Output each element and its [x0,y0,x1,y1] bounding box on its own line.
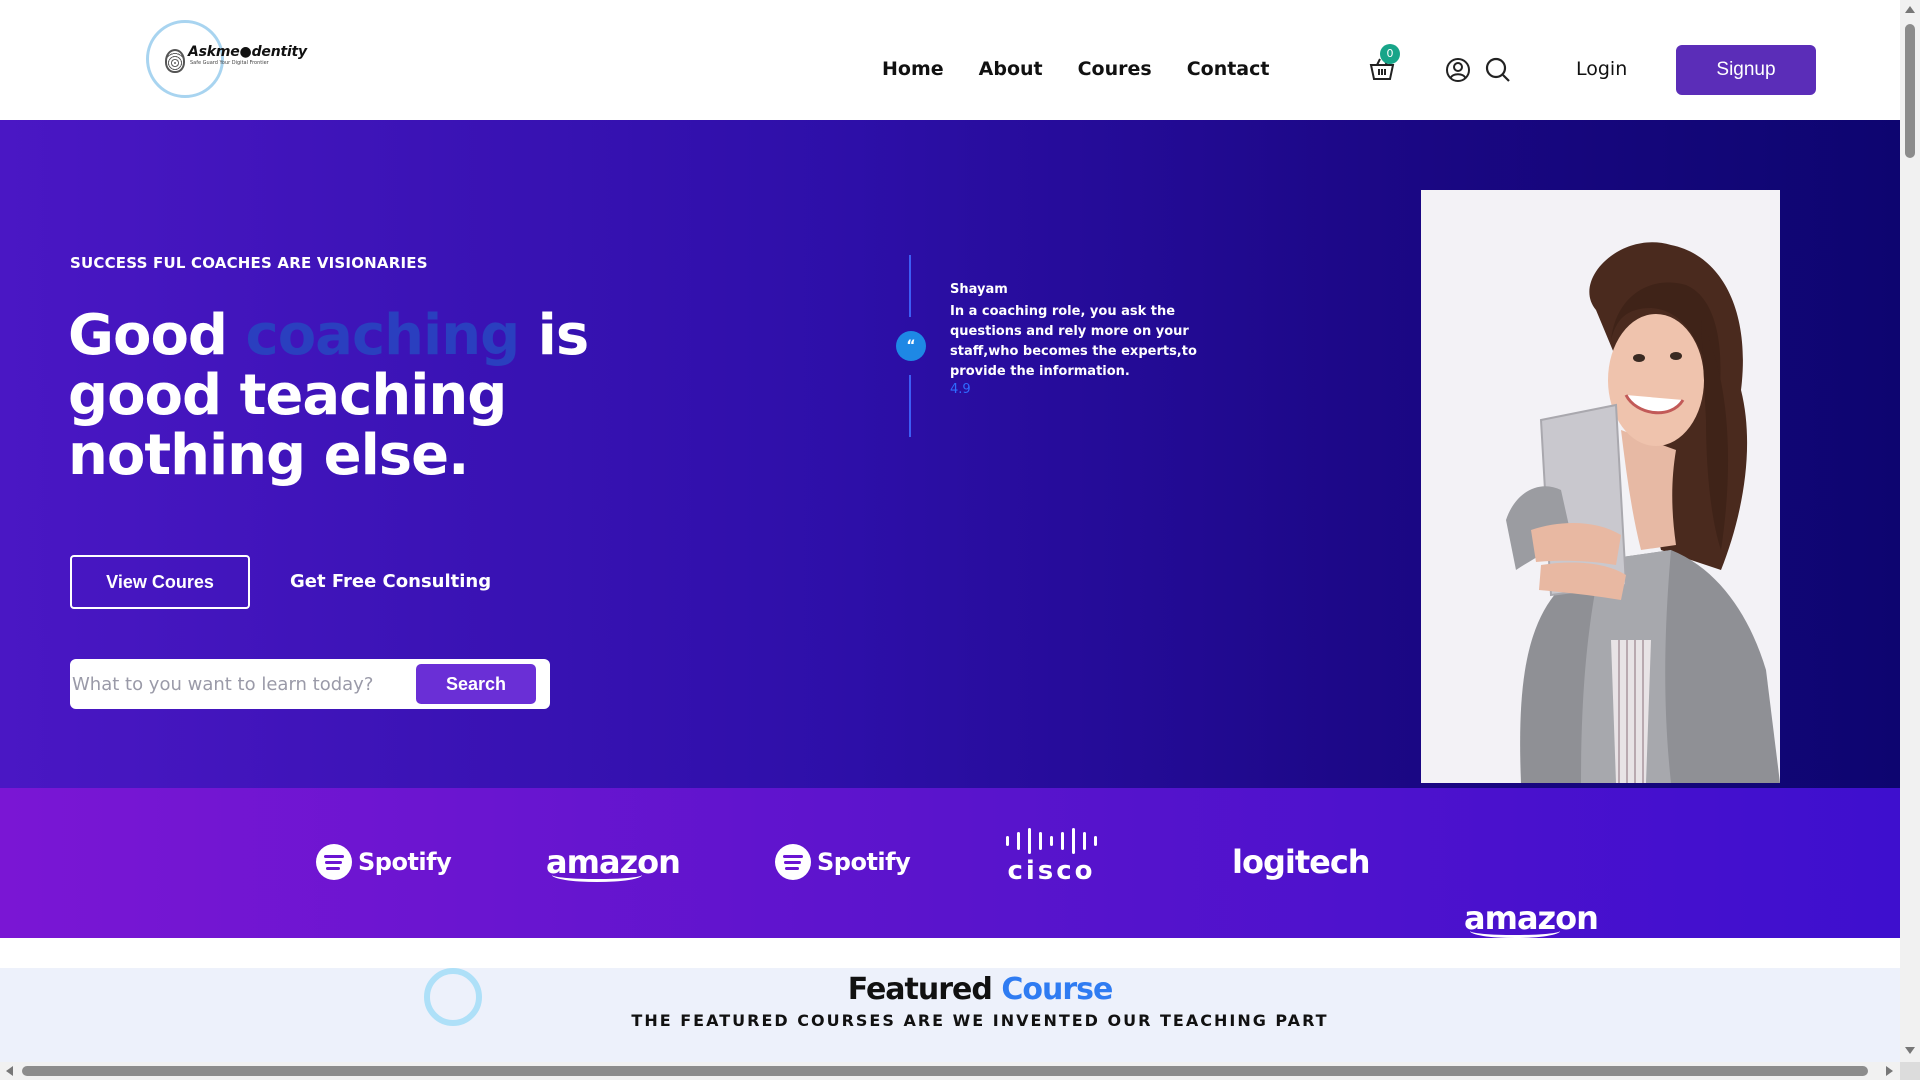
hero-section: SUCCESS FUL COACHES ARE VISIONARIES Good… [0,120,1900,788]
partner-logo-cisco: cisco [1006,828,1097,898]
partner-logo-spotify-2: Spotify [775,834,911,890]
spotify-icon [316,844,352,880]
cart-count-badge: 0 [1380,44,1400,64]
course-search-input[interactable] [70,659,410,709]
course-search-button[interactable]: Search [416,664,536,704]
scroll-up-arrow-icon[interactable] [1905,6,1915,13]
quote-icon: “ [896,331,926,361]
navbar: Askme●dentity Safe Guard Your Digital Fr… [0,0,1900,120]
testimonial-divider-bottom [909,375,911,437]
vertical-scrollbar[interactable] [1900,0,1920,1062]
headline-pre: Good [68,303,246,368]
nav-link-about[interactable]: About [979,58,1043,80]
testimonial-rating: 4.9 [950,382,971,397]
featured-title-pre: Featured [847,972,1002,1007]
vertical-scroll-thumb[interactable] [1905,24,1915,158]
scroll-down-arrow-icon[interactable] [1905,1047,1915,1054]
partner-logo-spotify: Spotify [316,834,452,890]
featured-course-section: Featured Course THE FEATURED COURSES ARE… [0,968,1900,1063]
partner-logo-amazon-2: amazon [1464,899,1599,938]
signup-button[interactable]: Signup [1676,45,1816,95]
spotify-icon [775,844,811,880]
amazon-smile-icon [1470,924,1560,938]
view-courses-button[interactable]: View Coures [70,555,250,609]
featured-title: Featured Course [0,972,1920,1007]
testimonial-author: Shayam [950,282,1008,297]
main-nav: Home About Coures Contact [882,58,1269,80]
scrollbar-corner [1900,1062,1920,1080]
free-consulting-link[interactable]: Get Free Consulting [290,571,491,592]
featured-title-accent: Course [1001,972,1113,1007]
cisco-bars-icon [1006,828,1097,854]
hero-photo-coach [1421,190,1780,783]
partner-logo-logitech: logitech [1232,843,1371,881]
scroll-right-arrow-icon[interactable] [1886,1066,1893,1076]
amazon-smile-icon [552,868,642,882]
nav-link-courses[interactable]: Coures [1078,58,1152,80]
headline-accent: coaching [245,303,521,368]
partner-logos-band: Spotify amazon Spotify cisco logitech am… [0,788,1900,938]
user-icon[interactable] [1444,56,1472,84]
featured-subtitle: THE FEATURED COURSES ARE WE INVENTED OUR… [631,1011,1329,1030]
scroll-left-arrow-icon[interactable] [6,1066,13,1076]
nav-link-contact[interactable]: Contact [1187,58,1270,80]
horizontal-scrollbar[interactable] [0,1062,1900,1080]
login-link[interactable]: Login [1576,58,1627,80]
brand-name: Askme●dentity [188,44,307,60]
horizontal-scroll-thumb[interactable] [22,1066,1868,1076]
fingerprint-icon [165,49,185,73]
brand-tagline: Safe Guard Your Digital Frontier [190,60,269,66]
hero-headline: Good coaching is good teaching nothing e… [68,306,628,486]
testimonial-text: In a coaching role, you ask the question… [950,304,1197,379]
course-search-box: Search [70,659,550,709]
hero-eyebrow: SUCCESS FUL COACHES ARE VISIONARIES [70,254,428,272]
search-icon[interactable] [1484,56,1512,84]
nav-link-home[interactable]: Home [882,58,944,80]
testimonial-divider-top [909,255,911,317]
